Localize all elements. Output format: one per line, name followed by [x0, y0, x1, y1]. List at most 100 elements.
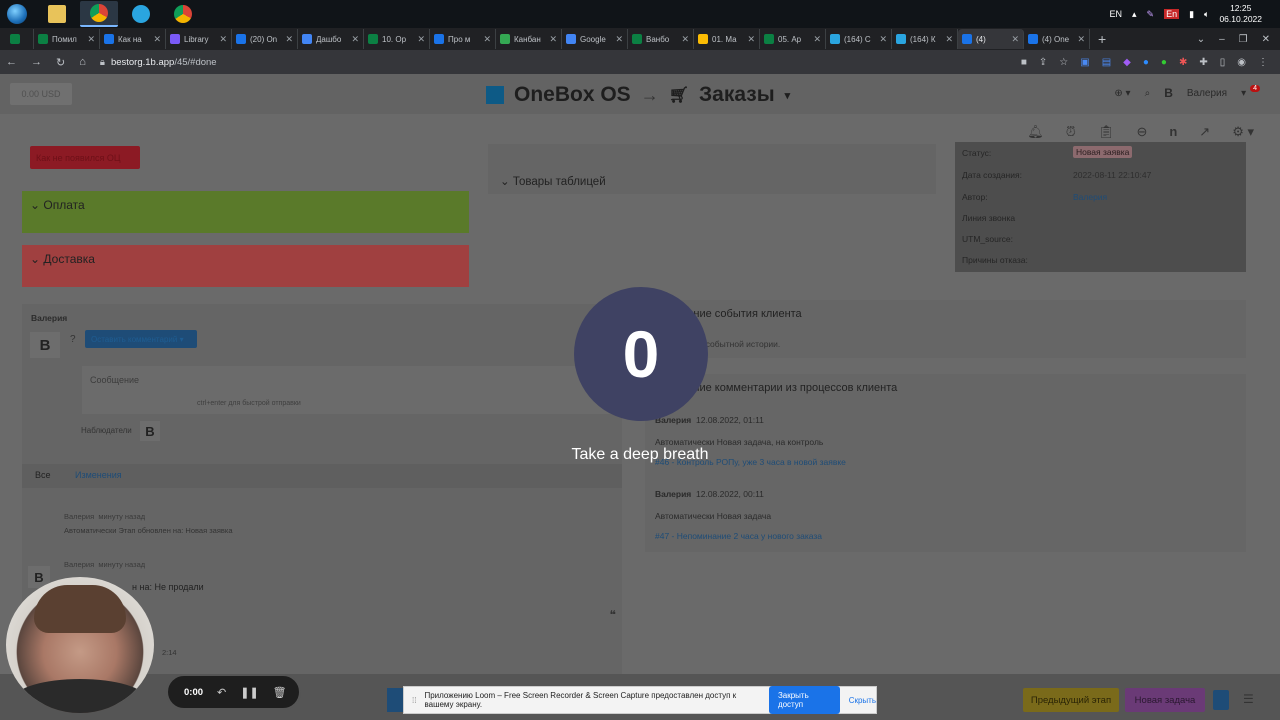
brand-name[interactable]: OneBox OS: [514, 83, 631, 107]
undo-icon[interactable]: ↶: [217, 686, 226, 699]
goods-table-toggle[interactable]: ⌄ Товары таблицей: [500, 174, 606, 188]
browser-tab[interactable]: Помил ✕: [34, 29, 100, 49]
observer-avatar[interactable]: В: [140, 421, 160, 441]
leave-comment-button[interactable]: Оставить комментарий ▾: [85, 330, 197, 348]
close-icon[interactable]: ✕: [417, 34, 425, 45]
browser-tab[interactable]: Про м ✕: [430, 29, 496, 49]
share-icon[interactable]: ⇪: [1039, 57, 1047, 68]
sidebar-icon[interactable]: ▯: [1220, 57, 1226, 68]
delivery-section[interactable]: ⌄ Доставка: [22, 245, 469, 287]
browser-tab[interactable]: Ванбо ✕: [628, 29, 694, 49]
help-icon[interactable]: ?: [70, 334, 76, 345]
profile-avatar-icon[interactable]: ◉: [1237, 57, 1246, 68]
chevron-down-icon[interactable]: ▾: [1241, 88, 1246, 99]
close-icon[interactable]: ✕: [219, 34, 227, 45]
browser-tab[interactable]: Канбан ✕: [496, 29, 562, 49]
start-button[interactable]: [0, 0, 34, 28]
clock[interactable]: 12:25 06.10.2022: [1219, 3, 1262, 25]
browser-tab[interactable]: (4) One ✕: [1024, 29, 1090, 49]
settings-icon[interactable]: ⚙ ▾: [1232, 124, 1254, 140]
message-input[interactable]: Сообщение ctrl+enter для быстрой отправк…: [82, 366, 620, 414]
tray-chevron-icon[interactable]: ▴: [1132, 9, 1137, 20]
chevron-down-icon[interactable]: ▾: [785, 89, 791, 102]
minimize-icon[interactable]: –: [1219, 34, 1225, 45]
close-icon[interactable]: ✕: [285, 34, 293, 45]
reload-icon[interactable]: ↻: [56, 56, 65, 69]
language-indicator[interactable]: EN: [1109, 9, 1122, 19]
pen-icon[interactable]: ✎: [1147, 9, 1155, 20]
zoom-icon[interactable]: ●: [1143, 57, 1149, 68]
pause-icon[interactable]: ❚❚: [240, 686, 258, 699]
taskbar-telegram[interactable]: [122, 1, 160, 27]
tag-chip[interactable]: Как не появился ОЦ: [30, 146, 140, 169]
tab-search-icon[interactable]: ⌄: [1197, 34, 1205, 45]
user-name[interactable]: Валерия: [1187, 88, 1227, 99]
hide-link[interactable]: Скрыть: [849, 696, 876, 705]
extension-icon[interactable]: ◆: [1123, 57, 1131, 68]
add-icon[interactable]: ⊕ ▾: [1114, 88, 1130, 99]
taskbar-explorer[interactable]: [38, 1, 76, 27]
loom-side-button[interactable]: [387, 688, 403, 712]
bell-icon[interactable]: 🔔︎: [1027, 124, 1044, 140]
close-icon[interactable]: ✕: [1077, 34, 1085, 45]
browser-tab[interactable]: (164) С ✕: [826, 29, 892, 49]
back-icon[interactable]: ←: [6, 56, 17, 68]
user-avatar[interactable]: В: [1164, 86, 1173, 100]
alarm-icon[interactable]: ⏰︎: [1066, 124, 1076, 140]
browser-tab[interactable]: [6, 29, 34, 49]
tab-all[interactable]: Все: [35, 470, 51, 480]
close-icon[interactable]: ✕: [87, 34, 95, 45]
close-window-icon[interactable]: ✕: [1262, 34, 1270, 45]
previous-stage-button[interactable]: Предыдущий этап: [1023, 688, 1119, 712]
trash-icon[interactable]: 🗑︎: [273, 686, 287, 699]
browser-tab[interactable]: Дашбо ✕: [298, 29, 364, 49]
close-icon[interactable]: ✕: [351, 34, 359, 45]
close-icon[interactable]: ✕: [1011, 34, 1019, 45]
extension-icon[interactable]: ▣: [1080, 57, 1089, 68]
new-task-button[interactable]: Новая задача: [1125, 688, 1205, 712]
taskbar-chrome[interactable]: [80, 1, 118, 27]
extension-icon[interactable]: ●: [1161, 57, 1167, 68]
n-icon[interactable]: n: [1169, 124, 1177, 140]
browser-tab[interactable]: (4) ✕: [958, 29, 1024, 49]
network-icon[interactable]: ▮: [1189, 9, 1194, 20]
star-icon[interactable]: ☆: [1059, 57, 1068, 68]
extension-icon[interactable]: ✱: [1179, 57, 1187, 68]
tab-changes[interactable]: Изменения: [75, 470, 122, 480]
minus-circle-icon[interactable]: ⊖: [1136, 124, 1147, 140]
author-link[interactable]: Валерия: [1073, 192, 1107, 202]
browser-tab[interactable]: Google ✕: [562, 29, 628, 49]
menu-icon[interactable]: ☰: [1243, 692, 1254, 706]
forward-icon[interactable]: →: [31, 56, 42, 68]
keyboard-layout[interactable]: En: [1164, 9, 1180, 19]
browser-tab[interactable]: Library ✕: [166, 29, 232, 49]
close-icon[interactable]: ✕: [549, 34, 557, 45]
close-icon[interactable]: ✕: [813, 34, 821, 45]
close-icon[interactable]: ✕: [615, 34, 623, 45]
arrow-circle-icon[interactable]: ↗: [1199, 124, 1210, 140]
browser-tab[interactable]: (164) К ✕: [892, 29, 958, 49]
browser-tab[interactable]: 05. Ар ✕: [760, 29, 826, 49]
close-icon[interactable]: ✕: [153, 34, 161, 45]
close-icon[interactable]: ✕: [681, 34, 689, 45]
webcam-bubble[interactable]: [6, 577, 154, 713]
browser-tab[interactable]: 10. Ор ✕: [364, 29, 430, 49]
section-title[interactable]: Заказы: [699, 83, 775, 107]
drag-handle-icon[interactable]: ⁞⁞: [412, 696, 416, 705]
volume-icon[interactable]: 🔈︎: [1204, 9, 1209, 20]
quote-icon[interactable]: ❝: [610, 608, 616, 622]
browser-tab[interactable]: 01. Ма ✕: [694, 29, 760, 49]
new-tab-icon[interactable]: +: [1098, 31, 1106, 47]
camera-icon[interactable]: ■: [1021, 57, 1027, 68]
process-link[interactable]: #47 - Непоминание 2 часа у нового заказа: [655, 531, 822, 541]
menu-dots-icon[interactable]: ⋮: [1258, 57, 1268, 68]
close-icon[interactable]: ✕: [945, 34, 953, 45]
payment-section[interactable]: ⌄ Оплата: [22, 191, 469, 233]
extension-icon[interactable]: ▤: [1102, 57, 1111, 68]
restore-icon[interactable]: ❐: [1239, 34, 1248, 45]
status-badge[interactable]: Новая заявка: [1073, 146, 1133, 158]
stop-sharing-button[interactable]: Закрыть доступ: [768, 686, 840, 714]
puzzle-icon[interactable]: ✚: [1199, 57, 1207, 68]
document-icon[interactable]: [1213, 690, 1229, 710]
close-icon[interactable]: ✕: [483, 34, 491, 45]
